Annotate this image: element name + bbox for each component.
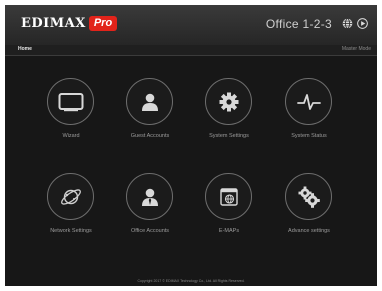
logo-pro-badge: Pro: [88, 16, 118, 31]
tile-system-settings[interactable]: System Settings: [194, 78, 264, 158]
office-accounts-button[interactable]: [126, 173, 173, 220]
tile-label-office-accounts: Office Accounts: [130, 228, 170, 234]
network-settings-button[interactable]: [47, 173, 94, 220]
tile-label-e-maps: E-MAPs: [218, 228, 240, 234]
top-header: EDIMAX Pro Office 1-2-3: [5, 5, 377, 45]
globe-icon[interactable]: [342, 18, 353, 29]
user-icon: [141, 188, 158, 206]
tile-wizard[interactable]: Wizard: [36, 78, 106, 158]
map-icon: [219, 187, 238, 206]
breadcrumb-home[interactable]: Home: [18, 46, 32, 52]
logout-play-icon[interactable]: [357, 18, 368, 29]
tile-advance-settings[interactable]: Advance settings: [274, 173, 344, 253]
tile-label-network-settings: Network Settings: [50, 228, 92, 234]
tile-label-wizard: Wizard: [62, 133, 80, 139]
mode-label: Master Mode: [341, 46, 371, 52]
edimax-pro-logo[interactable]: EDIMAX Pro: [21, 16, 118, 31]
e-maps-button[interactable]: [205, 173, 252, 220]
tile-network-settings[interactable]: Network Settings: [36, 173, 106, 253]
system-status-button[interactable]: [285, 78, 332, 125]
gear-icon: [219, 92, 238, 111]
system-settings-button[interactable]: [205, 78, 252, 125]
breadcrumb-bar: Home Master Mode: [5, 45, 377, 56]
tile-label-system-status: System Status: [291, 133, 327, 139]
guest-accounts-button[interactable]: [126, 78, 173, 125]
tile-office-accounts[interactable]: Office Accounts: [115, 173, 185, 253]
tile-system-status[interactable]: System Status: [274, 78, 344, 158]
advance-settings-button[interactable]: [285, 173, 332, 220]
wizard-button[interactable]: [47, 78, 94, 125]
monitor-icon: [58, 92, 83, 111]
tile-label-guest-accounts: Guest Accounts: [130, 133, 170, 139]
user-icon: [141, 93, 158, 111]
office-name: Office 1-2-3: [265, 17, 332, 31]
tile-label-system-settings: System Settings: [209, 133, 249, 139]
logo-brand-text: EDIMAX: [21, 16, 86, 31]
gears-icon: [298, 186, 320, 208]
app-window: EDIMAX Pro Office 1-2-3 Home Master Mode: [5, 5, 377, 286]
pulse-icon: [296, 93, 321, 110]
tile-guest-accounts[interactable]: Guest Accounts: [115, 78, 185, 158]
tile-label-advance-settings: Advance settings: [288, 228, 330, 234]
tile-e-maps[interactable]: E-MAPs: [194, 173, 264, 253]
copyright-footer: Copyright 2017 © EDIMAX Technology Co., …: [137, 279, 245, 283]
network-icon: [60, 188, 81, 205]
